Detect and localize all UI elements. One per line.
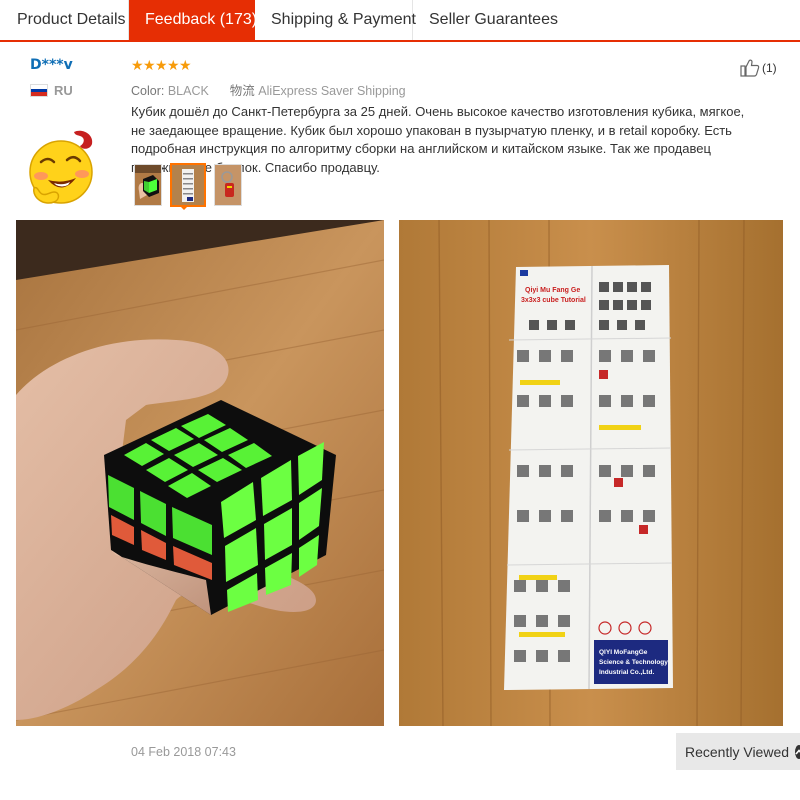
star-icon: ★ [143,57,156,73]
thumbnail-manual[interactable] [170,163,206,207]
thumbs-up-icon [740,59,760,77]
color-label: Color: [131,84,165,98]
tab-bar: Product Details Feedback (173) Shipping … [0,0,800,42]
manual-company-line2: Science & Technology [599,659,668,666]
tab-feedback[interactable]: Feedback (173) [129,0,257,40]
tab-shipping-payment[interactable]: Shipping & Payment [255,0,416,40]
reviewer-name[interactable]: D***v [30,57,73,73]
reviewer-info: D***v [30,56,73,74]
star-icon: ★ [179,57,192,73]
thumbnail-keychain[interactable] [214,164,242,206]
star-icon: ★ [167,57,180,73]
recently-viewed-button[interactable]: Recently Viewed [676,733,800,770]
chevron-up-icon [795,744,800,759]
thumbnail-cube[interactable] [134,164,162,206]
helpful-count: (1) [762,61,777,75]
tab-product-details[interactable]: Product Details [0,0,129,40]
manual-company-line1: QIYI MoFangGe [599,649,648,656]
selected-thumbnail-indicator [179,205,189,210]
color-value: BLACK [167,84,209,98]
tab-seller-guarantees[interactable]: Seller Guarantees [413,0,563,40]
rating-stars: ★ ★ ★ ★ ★ [131,57,192,73]
review-photo-cube[interactable] [16,220,384,726]
emoji-avatar-icon [29,130,93,204]
review-thumbnails [134,163,242,207]
recently-viewed-label: Recently Viewed [685,743,790,760]
manual-company-line3: Industrial Co.,Ltd. [599,669,654,676]
manual-title: 3x3x3 cube Tutorial [521,297,586,304]
review-meta: Color: BLACK 物流 AliExpress Saver Shippin… [131,80,406,99]
country-code: RU [54,83,73,98]
star-icon: ★ [155,57,168,73]
helpful-button[interactable]: (1) [740,59,777,77]
star-icon: ★ [131,57,144,73]
review-date: 04 Feb 2018 07:43 [131,745,236,759]
reviewer-country: RU [30,83,73,98]
russia-flag-icon [30,84,48,97]
shipping-label: 物流 [229,84,255,98]
shipping-value: AliExpress Saver Shipping [258,84,406,98]
manual-brand: Qiyi Mu Fang Ge [525,287,580,294]
review-photo-manual[interactable]: Qiyi Mu Fang Ge 3x3x3 cube Tutorial QIYI… [399,220,783,726]
